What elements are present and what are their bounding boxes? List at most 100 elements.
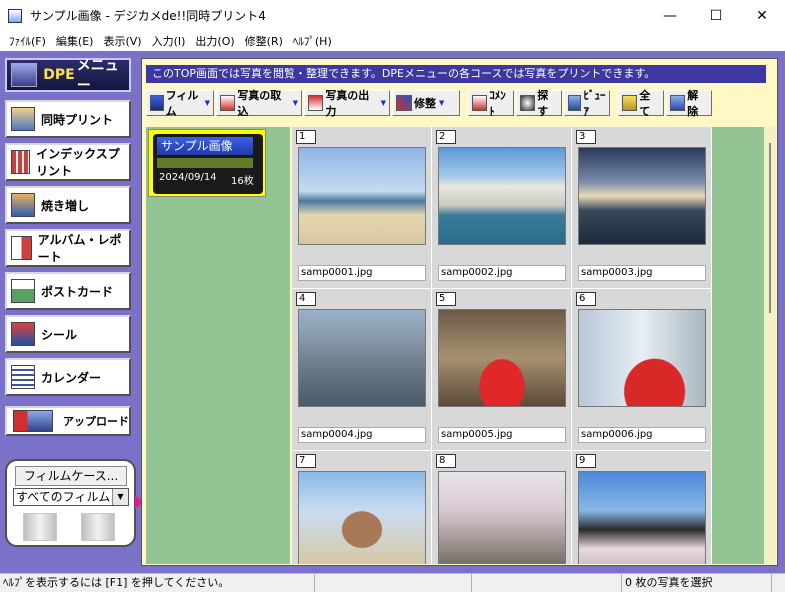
thumbnail-number: 3 — [576, 130, 596, 144]
sidebar-item-album-report[interactable]: アルバム・レポート — [5, 229, 131, 267]
deselect-icon — [670, 95, 686, 111]
menu-output[interactable]: 出力(O) — [190, 33, 239, 49]
thumbnail-cell[interactable]: 2 samp0002.jpg — [432, 127, 572, 289]
retouch-button-label: 修整 — [414, 97, 436, 110]
film-canister-icon — [81, 513, 115, 541]
dropdown-arrow-icon: ▼ — [292, 99, 298, 107]
menu-view[interactable]: 表示(V) — [98, 33, 146, 49]
search-icon — [520, 95, 536, 111]
film-icon — [150, 95, 164, 111]
close-button[interactable]: ✕ — [739, 0, 785, 31]
city-waterfront-photo[interactable] — [438, 147, 566, 245]
portrait-building-photo[interactable] — [578, 309, 706, 407]
sidebar-item-reprint[interactable]: 焼き増し — [5, 186, 131, 224]
viewer-button[interactable]: ﾋﾞｭｰｱ — [564, 89, 610, 118]
film-case-button[interactable]: フィルムケース... — [15, 466, 127, 486]
comment-button-label: ｺﾒﾝﾄ — [489, 89, 506, 118]
search-button[interactable]: 探す — [516, 89, 562, 118]
portrait-beach-photo[interactable] — [298, 471, 426, 564]
upload-button[interactable]: アップロード — [5, 406, 131, 436]
film-case-panel: フィルムケース... すべてのフィルム ▼ — [5, 459, 136, 547]
film-button[interactable]: フィルム ▼ — [146, 89, 214, 118]
sidebar-item-postcard[interactable]: ポストカード — [5, 272, 131, 310]
film-filter-select[interactable]: すべてのフィルム ▼ — [13, 488, 129, 506]
film-item[interactable]: サンプル画像 2024/09/14 16枚 — [148, 129, 266, 197]
cherry-blossom-path-photo[interactable] — [438, 471, 566, 564]
retouch-icon — [396, 95, 412, 111]
comment-button[interactable]: ｺﾒﾝﾄ — [468, 89, 514, 118]
toolbar: フィルム ▼ 写真の取込 ▼ 写真の出力 ▼ 修整 ▼ ｺﾒﾝﾄ 探す ﾋﾞｭｰ… — [146, 89, 774, 118]
sidebar-item-label: シール — [41, 327, 78, 342]
dropdown-arrow-icon: ▼ — [204, 99, 210, 107]
comment-icon — [472, 95, 488, 111]
thumbnail-number: 8 — [436, 454, 456, 468]
thumbnail-cell[interactable]: 4 samp0004.jpg — [292, 289, 432, 451]
calendar-icon — [11, 365, 35, 389]
beach-photo[interactable] — [298, 147, 426, 245]
upload-icon — [13, 410, 53, 432]
sidebar-item-label: 焼き増し — [41, 198, 90, 213]
menu-file[interactable]: ﾌｧｲﾙ(F) — [4, 33, 51, 49]
scrollbar-thumb[interactable] — [769, 143, 771, 313]
search-button-label: 探す — [537, 89, 549, 118]
menu-label: メニュー — [76, 58, 119, 94]
status-selection: 0 枚の写真を選択 — [622, 574, 772, 592]
export-button[interactable]: 写真の出力 ▼ — [304, 89, 390, 118]
content-area: このTOP画面では写真を閲覧・整理できます。DPEメニューの各コースでは写真をプ… — [141, 58, 778, 566]
thumbnail-filename: samp0004.jpg — [298, 427, 426, 443]
retouch-button[interactable]: 修整 ▼ — [392, 90, 460, 116]
thumbnail-cell[interactable]: 3 samp0003.jpg — [572, 127, 712, 289]
film-strip — [157, 158, 253, 168]
album-icon — [11, 236, 32, 260]
menu-retouch[interactable]: 修整(R) — [240, 33, 288, 49]
thumbnail-number: 7 — [296, 454, 316, 468]
upload-label: アップロード — [63, 415, 129, 428]
thumbnail-cell[interactable]: 7 — [292, 451, 432, 564]
menu-input[interactable]: 入力(I) — [147, 33, 191, 49]
sidebar-item-simultaneous-print[interactable]: 同時プリント — [5, 100, 131, 138]
import-button[interactable]: 写真の取込 ▼ — [216, 89, 302, 118]
sidebar-item-label: アルバム・レポート — [37, 233, 122, 264]
portrait-tree-photo[interactable] — [438, 309, 566, 407]
sidebar-item-sticker[interactable]: シール — [5, 315, 131, 353]
thumbnail-grid: 1 samp0001.jpg 2 samp0002.jpg 3 samp0003… — [292, 127, 712, 564]
chevron-down-icon[interactable]: ▼ — [112, 489, 128, 505]
sidebar-item-index-print[interactable]: インデックスプリント — [5, 143, 131, 181]
deselect-button[interactable]: 解除 — [666, 89, 712, 118]
film-filter-value: すべてのフィルム — [16, 490, 111, 504]
menu-help[interactable]: ﾍﾙﾌﾟ(H) — [288, 33, 337, 49]
sidebar-item-label: カレンダー — [41, 370, 102, 385]
thumbnail-number: 9 — [576, 454, 596, 468]
minimize-button[interactable]: — — [647, 0, 693, 31]
thumbnail-cell[interactable]: 8 — [432, 451, 572, 564]
sidebar-item-calendar[interactable]: カレンダー — [5, 358, 131, 396]
thumbnail-cell[interactable]: 1 samp0001.jpg — [292, 127, 432, 289]
grid-gutter — [712, 127, 764, 564]
export-icon — [308, 95, 324, 111]
dropdown-arrow-icon: ▼ — [439, 99, 445, 107]
thumbnail-cell[interactable]: 5 samp0005.jpg — [432, 289, 572, 451]
viewer-button-label: ﾋﾞｭｰｱ — [583, 89, 606, 118]
thumbnail-filename: samp0006.jpg — [578, 427, 706, 443]
maximize-button[interactable]: ☐ — [693, 0, 739, 31]
sunset-pier-photo[interactable] — [578, 147, 706, 245]
castle-photo[interactable] — [578, 471, 706, 564]
thumbnail-number: 5 — [436, 292, 456, 306]
film-name: サンプル画像 — [157, 137, 253, 155]
window-title: サンプル画像 - デジカメde!!同時プリント4 — [30, 9, 266, 23]
status-empty-2 — [472, 574, 622, 592]
film-roll-icon: サンプル画像 2024/09/14 16枚 — [153, 134, 263, 194]
thumbnail-cell[interactable]: 6 samp0006.jpg — [572, 289, 712, 451]
cityscape-photo[interactable] — [298, 309, 426, 407]
film-list-panel: サンプル画像 2024/09/14 16枚 — [146, 127, 290, 564]
dpe-label: DPE — [43, 67, 75, 83]
menu-edit[interactable]: 編集(E) — [51, 33, 99, 49]
select-all-button[interactable]: 全て — [618, 89, 664, 118]
app-icon — [8, 8, 22, 23]
thumbnail-number: 2 — [436, 130, 456, 144]
thumbnail-cell[interactable]: 9 — [572, 451, 712, 564]
thumbnail-number: 4 — [296, 292, 316, 306]
import-button-label: 写真の取込 — [237, 89, 282, 118]
thumbnail-filename: samp0003.jpg — [578, 265, 706, 281]
vertical-scrollbar[interactable] — [764, 127, 776, 564]
